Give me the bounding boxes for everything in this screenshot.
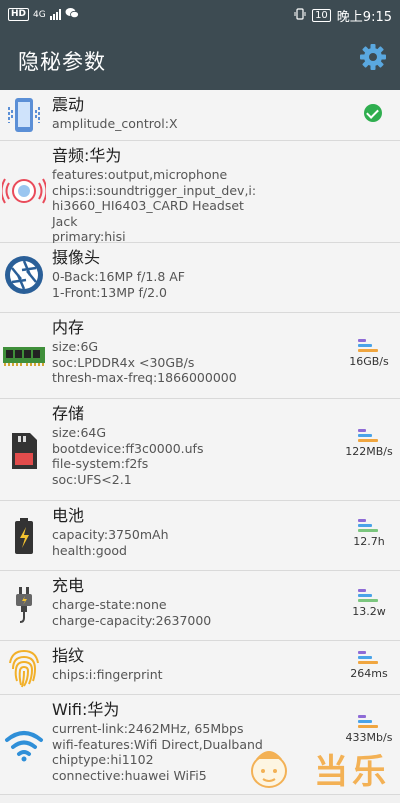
list-item-charging[interactable]: 充电 charge-state:none charge-capacity:263… [0, 571, 400, 641]
wifi-icon [2, 723, 46, 767]
watermark-logo: 当乐 [234, 739, 394, 799]
item-detail: size:6G soc:LPDDR4x <30GB/s thresh-max-f… [52, 339, 237, 385]
mini-bars-icon [358, 715, 380, 728]
metric-value: 13.2w [352, 605, 386, 618]
mini-bars-icon [358, 429, 380, 442]
memory-chip-icon [2, 334, 46, 378]
item-detail: size:64G bootdevice:ff3c0000.ufs file-sy… [52, 425, 204, 487]
item-name: 电池 [52, 506, 85, 525]
mini-bars-icon [358, 589, 380, 602]
list-item-battery[interactable]: 电池 capacity:3750mAh health:good 12.7h [0, 501, 400, 571]
item-name: 震动 [52, 95, 85, 114]
item-name: 存储 [52, 404, 85, 423]
item-detail: features:output,microphone chips:i:sound… [52, 167, 257, 244]
camera-aperture-icon [2, 253, 46, 297]
mini-bars-icon [358, 651, 380, 664]
item-metric: 13.2w [344, 589, 394, 618]
item-name: 音频:华为 [52, 146, 122, 165]
list-item-audio[interactable]: 音频:华为 features:output,microphone chips:i… [0, 141, 400, 244]
item-metric: 12.7h [344, 519, 394, 548]
sd-card-icon [2, 429, 46, 473]
mini-bars-icon [358, 519, 380, 532]
charger-plug-icon [2, 583, 46, 627]
item-name: 指纹 [52, 646, 85, 665]
mascot-icon [251, 751, 287, 788]
page-title: 隐秘参数 [18, 50, 106, 74]
audio-speaker-icon [2, 169, 46, 213]
hd-badge: HD [8, 8, 30, 21]
signal-icon [49, 9, 61, 20]
item-detail: capacity:3750mAh health:good [52, 527, 169, 558]
item-metric: 122MB/s [344, 429, 394, 458]
metric-value: 12.7h [353, 535, 385, 548]
status-right: 10 晚上9:15 [294, 6, 392, 25]
item-metric: 16GB/s [344, 339, 394, 368]
list-item-camera[interactable]: 摄像头 0-Back:16MP f/1.8 AF 1-Front:13MP f/… [0, 243, 400, 313]
vibrate-mode-icon [294, 7, 306, 24]
metric-value: 16GB/s [349, 355, 389, 368]
parameter-list[interactable]: 震动 amplitude_control:X 音频:华为 features:ou… [0, 90, 400, 803]
status-left: HD 4G [8, 7, 79, 22]
item-name: 内存 [52, 318, 85, 337]
list-item-memory[interactable]: 内存 size:6G soc:LPDDR4x <30GB/s thresh-ma… [0, 313, 400, 399]
battery-indicator: 10 [312, 9, 331, 22]
item-detail: amplitude_control:X [52, 116, 178, 131]
list-item-vibration[interactable]: 震动 amplitude_control:X [0, 90, 400, 141]
item-detail: charge-state:none charge-capacity:263700… [52, 597, 212, 628]
item-detail: chips:i:fingerprint [52, 667, 163, 682]
list-item-storage[interactable]: 存储 size:64G bootdevice:ff3c0000.ufs file… [0, 399, 400, 501]
watermark-text: 当乐 [314, 752, 390, 792]
vibrate-phone-icon [2, 93, 46, 137]
app-bar: 隐秘参数 [0, 30, 400, 90]
list-item-fingerprint[interactable]: 指纹 chips:i:fingerprint 264ms [0, 641, 400, 695]
fingerprint-icon [2, 646, 46, 690]
item-metric: 264ms [344, 651, 394, 680]
ok-check-icon [364, 104, 382, 122]
item-name: 充电 [52, 576, 85, 595]
clock: 晚上9:15 [336, 10, 392, 25]
settings-button[interactable] [358, 42, 388, 72]
item-name: 摄像头 [52, 248, 101, 267]
status-bar: HD 4G 10 晚上9:15 [0, 0, 400, 30]
metric-value: 264ms [350, 667, 388, 680]
battery-icon [2, 514, 46, 558]
gear-icon [360, 44, 386, 70]
item-detail: 0-Back:16MP f/1.8 AF 1-Front:13MP f/2.0 [52, 269, 185, 300]
wechat-icon [65, 7, 79, 22]
mini-bars-icon [358, 339, 380, 352]
item-name: Wifi:华为 [52, 700, 120, 719]
metric-value: 122MB/s [345, 445, 393, 458]
network-label: 4G [33, 9, 46, 20]
